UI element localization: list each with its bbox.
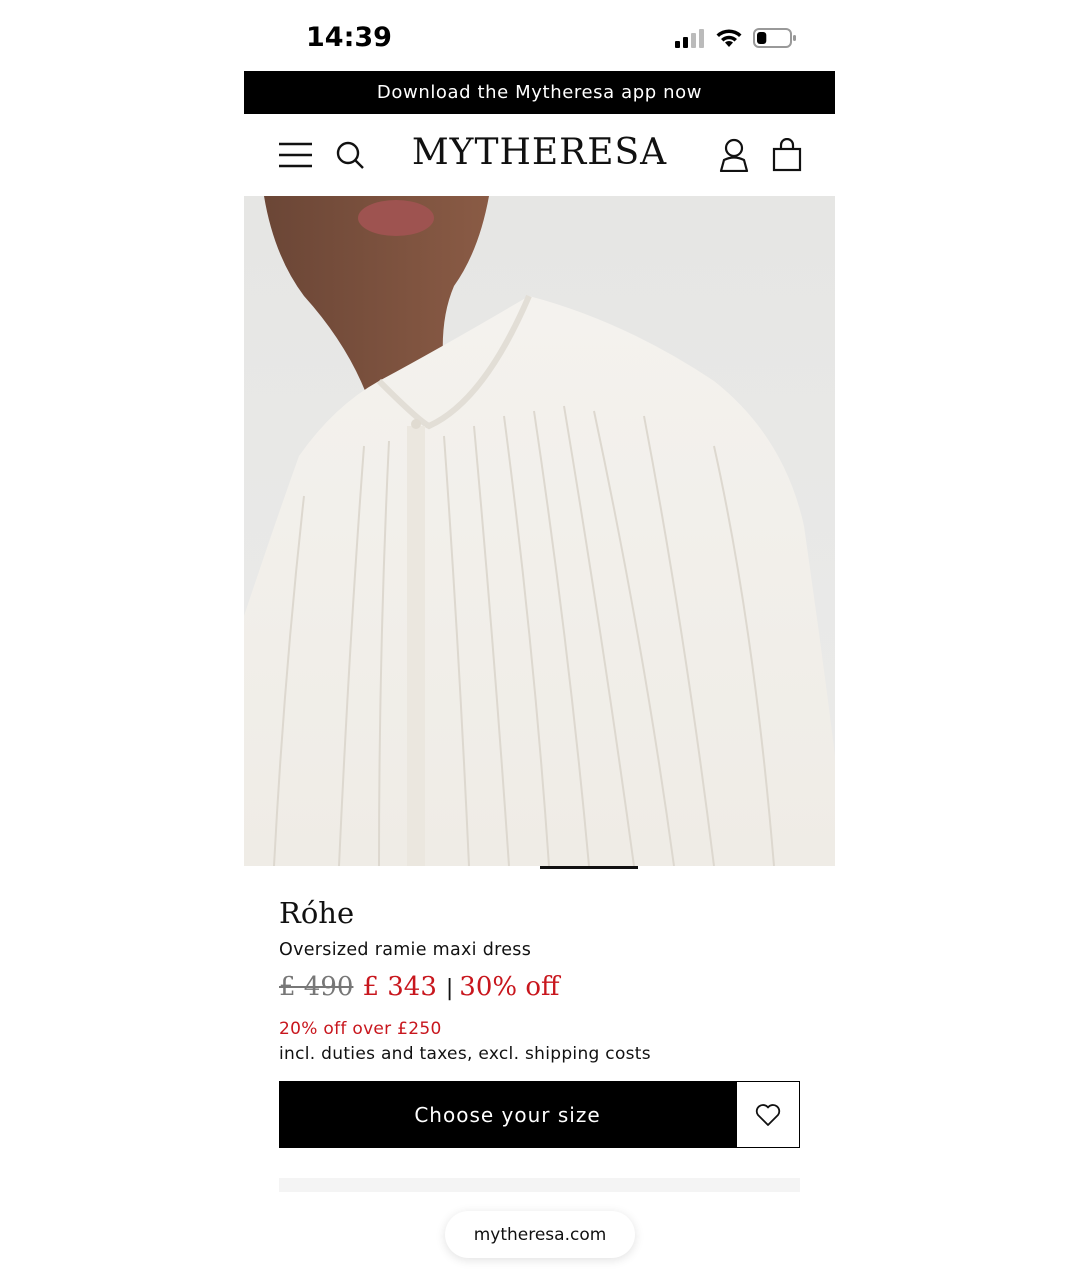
app-download-banner[interactable]: Download the Mytheresa app now (244, 71, 835, 114)
site-header: MYTHERESA (244, 114, 835, 196)
wifi-icon (716, 29, 742, 47)
price-row: £ 490 £ 343 | 30% off (279, 972, 559, 1002)
section-divider (279, 1178, 800, 1192)
status-time: 14:39 (306, 22, 392, 53)
tax-note: incl. duties and taxes, excl. shipping c… (279, 1044, 651, 1064)
status-icons (675, 27, 797, 49)
status-bar: 14:39 (244, 0, 835, 71)
discount-label: 30% off (459, 972, 560, 1002)
product-photo (244, 196, 835, 866)
shopping-bag-icon[interactable] (769, 137, 805, 173)
phone-screen: 14:39 Download the Mytheresa app now MYT… (244, 0, 835, 1280)
browser-url-pill[interactable]: mytheresa.com (445, 1211, 635, 1258)
original-price: £ 490 (279, 972, 354, 1002)
account-icon[interactable] (716, 137, 752, 173)
product-brand[interactable]: Róhe (279, 896, 354, 930)
price-separator: | (445, 976, 454, 1001)
wishlist-button[interactable] (736, 1081, 800, 1148)
product-image[interactable] (244, 196, 835, 866)
product-name: Oversized ramie maxi dress (279, 940, 532, 960)
promo-text: 20% off over £250 (279, 1019, 442, 1039)
sale-price: £ 343 (362, 972, 437, 1002)
carousel-indicator (540, 866, 638, 869)
url-text: mytheresa.com (473, 1224, 607, 1245)
choose-size-button[interactable]: Choose your size (279, 1081, 736, 1148)
cellular-signal-icon (675, 29, 704, 48)
battery-icon (753, 28, 796, 48)
heart-icon (755, 1103, 781, 1126)
app-banner-text: Download the Mytheresa app now (376, 82, 703, 103)
cta-row: Choose your size (279, 1081, 800, 1148)
